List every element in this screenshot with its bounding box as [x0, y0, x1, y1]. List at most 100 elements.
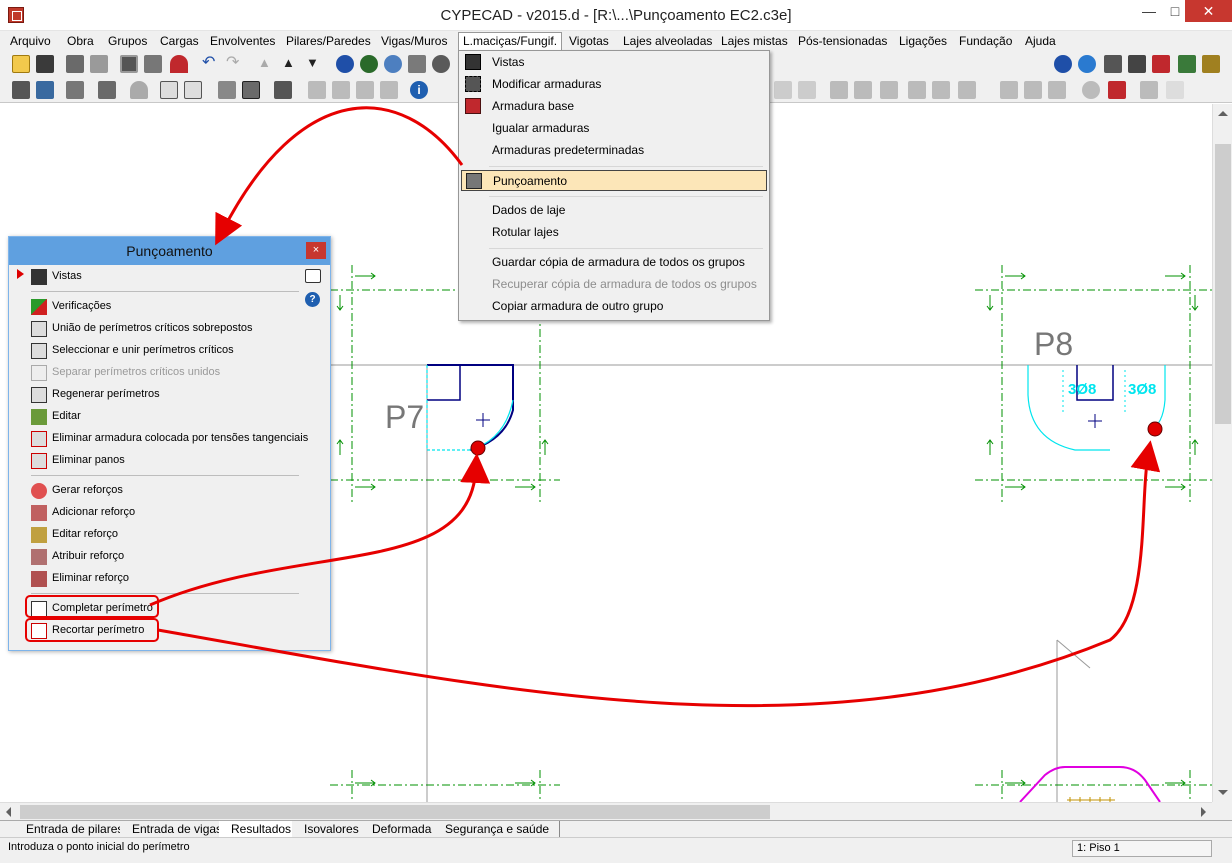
- menu-vigas-muros[interactable]: Vigas/Muros: [381, 34, 447, 48]
- floor-down-icon[interactable]: ▼: [306, 55, 324, 73]
- connection-icon-1[interactable]: [1000, 81, 1018, 99]
- menu-item-modificar-armaduras[interactable]: Modificar armaduras: [461, 74, 767, 95]
- footing-icon-1[interactable]: [908, 81, 926, 99]
- connection-icon-3[interactable]: [1048, 81, 1066, 99]
- panel-item-editar[interactable]: Editar: [15, 407, 305, 427]
- tab-entrada-vigas[interactable]: Entrada de vigas: [120, 821, 234, 837]
- tab-entrada-pilares[interactable]: Entrada de pilares: [14, 821, 135, 837]
- panel-item-gerar-reforcos[interactable]: Gerar reforços: [15, 481, 305, 501]
- menu-ajuda[interactable]: Ajuda: [1025, 34, 1056, 48]
- menu-lajes-macicas[interactable]: L.maciças/Fungif.: [458, 32, 563, 51]
- scroll-left-arrow[interactable]: [6, 807, 11, 817]
- menu-item-guardar-copia[interactable]: Guardar cópia de armadura de todos os gr…: [461, 252, 767, 273]
- zoom-all-icon[interactable]: [384, 55, 402, 73]
- key-icon[interactable]: [1202, 55, 1220, 73]
- horizontal-scroll-thumb[interactable]: [20, 805, 770, 819]
- menu-item-armaduras-predeterminadas[interactable]: Armaduras predeterminadas: [461, 140, 767, 161]
- joist-icon-1[interactable]: [830, 81, 848, 99]
- vertical-scroll-thumb[interactable]: [1215, 144, 1231, 424]
- panel-item-vistas[interactable]: Vistas: [15, 267, 305, 287]
- menu-vigotas[interactable]: Vigotas: [569, 34, 609, 48]
- scroll-up-arrow[interactable]: [1218, 111, 1228, 116]
- panel-item-adicionar-reforco[interactable]: Adicionar reforço: [15, 503, 305, 523]
- beam-edit-icon[interactable]: [332, 81, 350, 99]
- book-icon[interactable]: [305, 269, 321, 283]
- connection-icon-2[interactable]: [1024, 81, 1042, 99]
- web-icon[interactable]: [1078, 55, 1096, 73]
- scroll-down-arrow[interactable]: [1218, 790, 1228, 795]
- beam-delete-icon[interactable]: [380, 81, 398, 99]
- punching-view-icon[interactable]: [242, 81, 260, 99]
- panel-item-eliminar-armadura[interactable]: Eliminar armadura colocada por tensões t…: [15, 429, 308, 449]
- footing-icon-2[interactable]: [932, 81, 950, 99]
- panel-item-eliminar-panos[interactable]: Eliminar panos: [15, 451, 305, 471]
- menu-lajes-mistas[interactable]: Lajes mistas: [721, 34, 788, 48]
- slab-icon-2[interactable]: [798, 81, 816, 99]
- import-icon[interactable]: [1152, 55, 1170, 73]
- menu-obra[interactable]: Obra: [67, 34, 94, 48]
- text-icon[interactable]: [1166, 81, 1184, 99]
- panel-item-eliminar-reforco[interactable]: Eliminar reforço: [15, 569, 305, 589]
- menu-pilares-paredes[interactable]: Pilares/Paredes: [286, 34, 371, 48]
- menu-item-armadura-base[interactable]: Armadura base: [461, 96, 767, 117]
- hammer-icon[interactable]: [90, 55, 108, 73]
- punching-tool-icon[interactable]: [98, 81, 116, 99]
- menu-pos-tensionadas[interactable]: Pós-tensionadas: [798, 34, 887, 48]
- print-icon[interactable]: [1104, 55, 1122, 73]
- footing-icon-3[interactable]: [958, 81, 976, 99]
- open-folder-icon[interactable]: [12, 55, 30, 73]
- slab-icon-1[interactable]: [774, 81, 792, 99]
- box-outline-icon[interactable]: [184, 81, 202, 99]
- scroll-right-arrow[interactable]: [1201, 807, 1206, 817]
- menu-item-puncoamento[interactable]: Punçoamento: [461, 170, 767, 191]
- menu-item-dados-laje[interactable]: Dados de laje: [461, 200, 767, 221]
- floor-updown-icon[interactable]: ▲: [282, 55, 300, 73]
- results-icon[interactable]: [1108, 81, 1126, 99]
- pencil-icon[interactable]: [408, 55, 426, 73]
- menu-lajes-alveoladas[interactable]: Lajes alveoladas: [623, 34, 712, 48]
- search-icon[interactable]: [432, 55, 450, 73]
- menu-item-igualar-armaduras[interactable]: Igualar armaduras: [461, 118, 767, 139]
- tools-icon[interactable]: [66, 55, 84, 73]
- menu-cargas[interactable]: Cargas: [160, 34, 199, 48]
- stop-icon[interactable]: [274, 81, 292, 99]
- menu-item-vistas[interactable]: Vistas: [461, 52, 767, 73]
- vertical-scrollbar[interactable]: [1212, 104, 1232, 802]
- tab-isovalores[interactable]: Isovalores: [292, 821, 370, 837]
- drop-icon[interactable]: [130, 81, 148, 99]
- panel-item-seleccionar-unir[interactable]: Seleccionar e unir perímetros críticos: [15, 341, 305, 361]
- update-icon[interactable]: [1178, 55, 1196, 73]
- tab-seguranca-saude[interactable]: Segurança e saúde: [433, 821, 561, 837]
- redo-icon[interactable]: ↷: [226, 55, 244, 73]
- tab-resultados[interactable]: Resultados: [219, 821, 303, 837]
- view-icon[interactable]: [1082, 81, 1100, 99]
- magnet-icon[interactable]: [170, 55, 188, 73]
- menu-item-rotular-lajes[interactable]: Rotular lajes: [461, 222, 767, 243]
- table-icon[interactable]: [36, 81, 54, 99]
- panel-close-button[interactable]: ×: [306, 242, 326, 259]
- floor-up-icon[interactable]: ▲: [258, 55, 276, 73]
- box-icon[interactable]: [160, 81, 178, 99]
- export-icon[interactable]: [1128, 55, 1146, 73]
- menu-envolventes[interactable]: Envolventes: [210, 34, 275, 48]
- menu-grupos[interactable]: Grupos: [108, 34, 147, 48]
- zoom-icon[interactable]: [336, 55, 354, 73]
- save-icon[interactable]: [36, 55, 54, 73]
- joist-icon-3[interactable]: [880, 81, 898, 99]
- menu-fundacao[interactable]: Fundação: [959, 34, 1012, 48]
- tab-deformada[interactable]: Deformada: [360, 821, 443, 837]
- panel-item-uniao-perimetros[interactable]: União de perímetros críticos sobrepostos: [15, 319, 305, 339]
- panel-item-atribuir-reforco[interactable]: Atribuir reforço: [15, 547, 305, 567]
- hatch-icon[interactable]: [218, 81, 236, 99]
- menu-arquivo[interactable]: Arquivo: [10, 34, 51, 48]
- horizontal-scrollbar[interactable]: [0, 802, 1212, 820]
- plot-icon[interactable]: [144, 55, 162, 73]
- help-icon[interactable]: ?: [305, 292, 320, 307]
- info-icon[interactable]: i: [410, 81, 428, 99]
- joist-icon-2[interactable]: [854, 81, 872, 99]
- menu-ligacoes[interactable]: Ligações: [899, 34, 947, 48]
- menu-item-copiar-armadura[interactable]: Copiar armadura de outro grupo: [461, 296, 767, 317]
- beam-copy-icon[interactable]: [356, 81, 374, 99]
- columns-icon[interactable]: [12, 81, 30, 99]
- panel-item-editar-reforco[interactable]: Editar reforço: [15, 525, 305, 545]
